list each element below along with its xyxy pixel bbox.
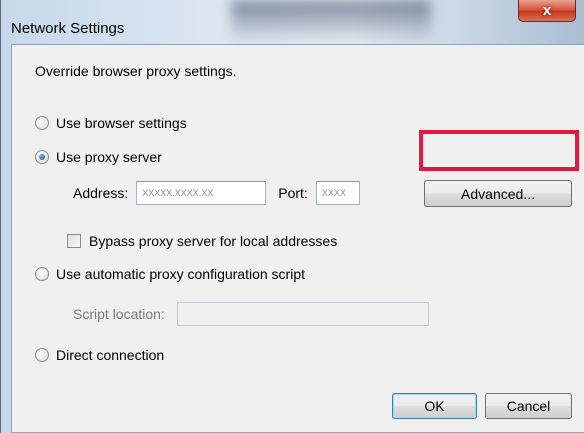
option-proxy-server-label: Use proxy server	[56, 149, 162, 165]
description-text: Override browser proxy settings.	[35, 63, 237, 79]
bypass-checkbox[interactable]	[67, 234, 81, 248]
cancel-button[interactable]: Cancel	[485, 393, 572, 419]
port-input[interactable]: XXXX	[315, 181, 360, 205]
radio-browser-settings[interactable]	[35, 116, 49, 130]
window-title: Network Settings	[11, 20, 125, 37]
advanced-button-highlight	[419, 130, 579, 171]
script-location-label: Script location:	[73, 306, 165, 322]
option-proxy-server[interactable]: Use proxy server	[35, 149, 162, 165]
network-settings-window: Network Settings x Override browser prox…	[0, 0, 584, 433]
ok-button[interactable]: OK	[392, 393, 477, 419]
radio-direct-connection[interactable]	[35, 348, 49, 362]
dialog-content: Override browser proxy settings. Use bro…	[11, 44, 584, 433]
radio-proxy-server[interactable]	[35, 150, 49, 164]
bypass-option[interactable]: Bypass proxy server for local addresses	[67, 233, 337, 249]
option-auto-script-label: Use automatic proxy configuration script	[56, 266, 305, 282]
option-browser-settings-label: Use browser settings	[56, 115, 187, 131]
address-input[interactable]: XXXXX.XXXX.XX	[136, 181, 267, 205]
option-direct-connection-label: Direct connection	[56, 347, 165, 363]
address-row: Address: XXXXX.XXXX.XX Port: XXXX	[73, 181, 360, 205]
close-button[interactable]: x	[518, 0, 576, 22]
script-location-row: Script location:	[73, 302, 429, 326]
option-auto-script[interactable]: Use automatic proxy configuration script	[35, 266, 305, 282]
advanced-button[interactable]: Advanced...	[424, 180, 572, 207]
script-location-input[interactable]	[176, 302, 429, 326]
bypass-label: Bypass proxy server for local addresses	[89, 233, 338, 249]
address-label: Address:	[73, 185, 129, 201]
port-label: Port:	[278, 185, 308, 201]
close-icon: x	[542, 2, 552, 19]
radio-auto-script[interactable]	[35, 267, 49, 281]
option-direct-connection[interactable]: Direct connection	[35, 347, 164, 363]
option-browser-settings[interactable]: Use browser settings	[35, 115, 187, 131]
